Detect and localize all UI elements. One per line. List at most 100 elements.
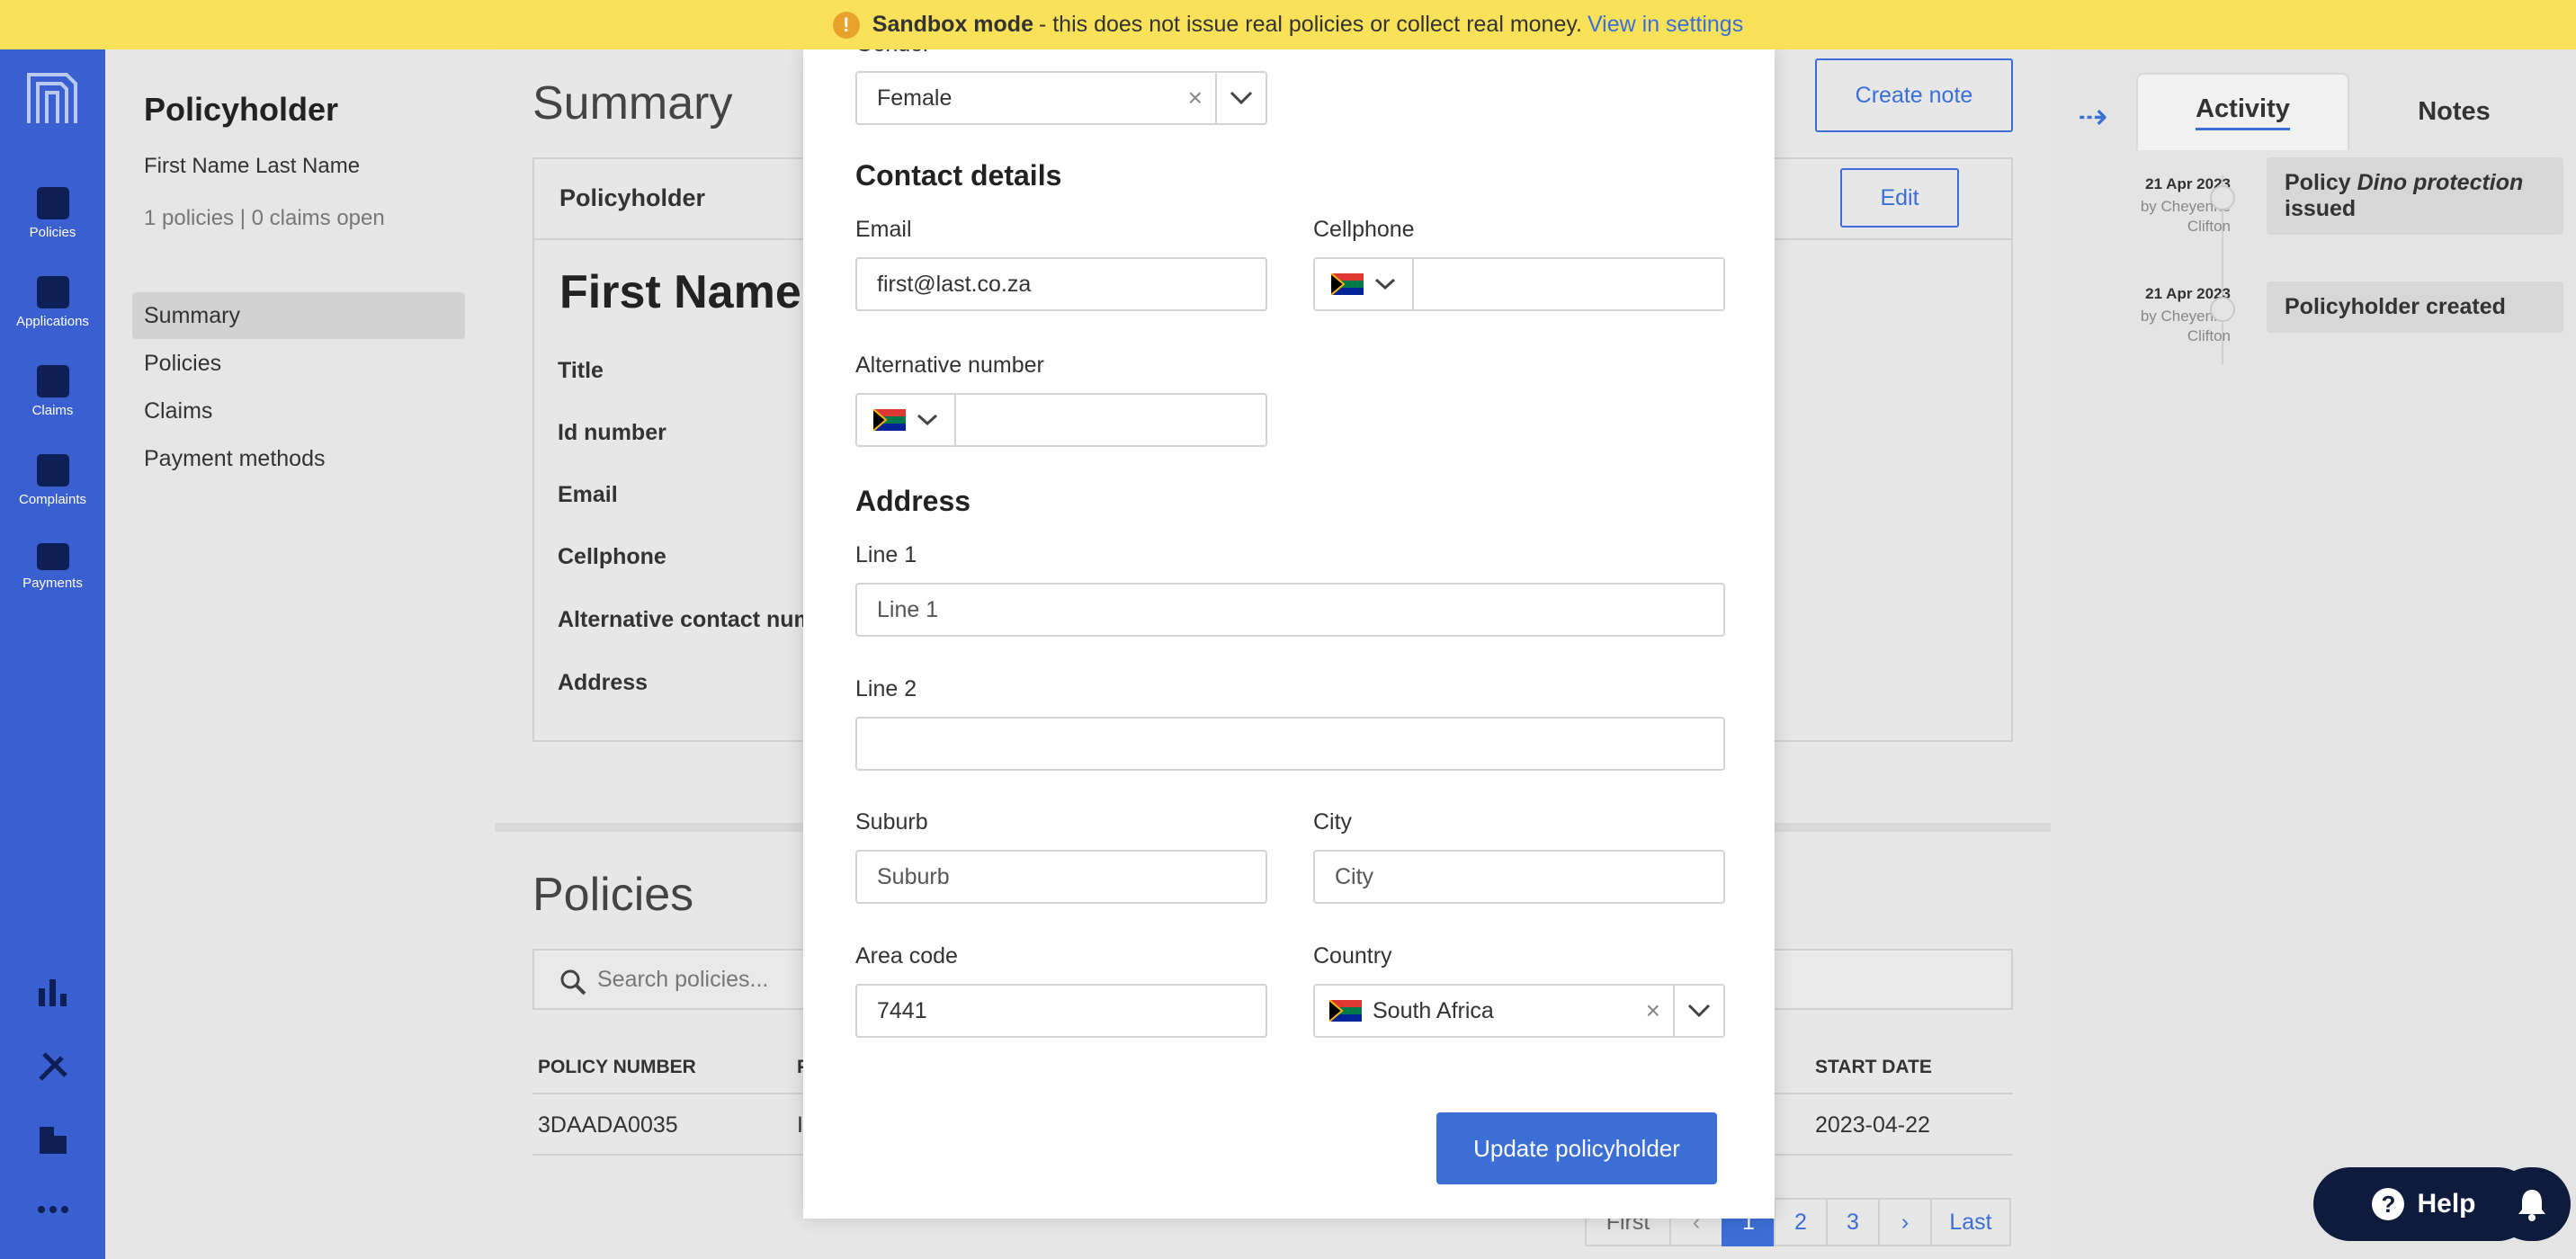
city-label: City (1313, 809, 1353, 835)
reports-icon[interactable] (0, 976, 105, 1008)
subnav-item-payment-methods[interactable]: Payment methods (132, 435, 465, 482)
cellphone-label: Cellphone (1313, 217, 1415, 242)
complaints-icon (36, 454, 69, 487)
create-note-button[interactable]: Create note (1815, 58, 2013, 132)
tab-activity-label: Activity (2196, 94, 2290, 130)
summary-title: Summary (532, 77, 733, 129)
search-icon (560, 969, 586, 996)
help-icon: ? (2372, 1188, 2405, 1220)
tools-icon[interactable] (0, 1050, 105, 1083)
country-code-select[interactable] (1315, 259, 1414, 309)
policyholder-big-name: First Name L (559, 266, 843, 318)
rail-item-claims[interactable]: Claims (0, 365, 105, 418)
rail-item-complaints[interactable]: Complaints (0, 454, 105, 507)
za-flag-icon (873, 409, 906, 431)
line1-field[interactable]: Line 1 (855, 583, 1725, 637)
field-title: Title (558, 358, 604, 383)
event-date: 21 Apr 2023 (2145, 175, 2231, 192)
banner-message: - this does not issue real policies or c… (1038, 12, 1582, 37)
event-card[interactable]: Policy Dino protection issued (2267, 157, 2563, 235)
claims-icon (36, 365, 69, 397)
banner-title: Sandbox mode (872, 12, 1033, 37)
chevron-down-icon[interactable] (1215, 73, 1266, 123)
gender-value: Female (877, 85, 953, 111)
area-code-field[interactable]: 7441 (855, 984, 1267, 1038)
timeline-dot (2210, 185, 2235, 210)
policyholder-meta: 1 policies | 0 claims open (144, 206, 385, 230)
country-select[interactable]: South Africa × (1313, 984, 1725, 1038)
timeline-dot (2210, 297, 2235, 322)
organization-icon[interactable] (0, 1124, 105, 1156)
field-email: Email (558, 482, 618, 507)
chevron-down-icon[interactable] (1673, 986, 1723, 1036)
page-2[interactable]: 2 (1774, 1198, 1828, 1246)
field-alt-contact: Alternative contact num (558, 607, 814, 632)
email-label: Email (855, 217, 912, 242)
rail-label: Payments (22, 576, 83, 591)
card-title: Policyholder (559, 184, 706, 211)
rail-label: Applications (16, 314, 89, 329)
more-icon[interactable] (0, 1205, 105, 1214)
policyholder-nav: Policyholder First Name Last Name 1 poli… (105, 49, 495, 1259)
line2-field[interactable] (855, 717, 1725, 771)
tab-activity[interactable]: Activity (2136, 73, 2349, 150)
contact-heading: Contact details (855, 159, 1062, 192)
edit-policyholder-modal: Gender Female × Contact details Email fi… (803, 40, 1775, 1219)
view-settings-link[interactable]: View in settings (1588, 12, 1743, 38)
rail-label: Complaints (18, 492, 87, 507)
cellphone-field[interactable] (1313, 257, 1725, 311)
edit-button[interactable]: Edit (1840, 168, 1959, 228)
chevron-down-icon (917, 414, 938, 426)
clear-icon[interactable]: × (1188, 73, 1203, 123)
country-value: South Africa (1373, 997, 1494, 1023)
event-date: 21 Apr 2023 (2145, 285, 2231, 302)
row-partial: I (797, 1112, 803, 1138)
clear-icon[interactable]: × (1646, 986, 1660, 1036)
page-next[interactable]: › (1878, 1198, 1932, 1246)
za-flag-icon (1331, 273, 1364, 295)
event-card[interactable]: Policyholder created (2267, 281, 2563, 333)
alt-number-field[interactable] (855, 393, 1267, 447)
collapse-arrow-icon[interactable]: ⇢ (2078, 96, 2108, 138)
line1-label: Line 1 (855, 542, 917, 567)
subnav-item-summary[interactable]: Summary (132, 292, 465, 339)
policies-title: Policies (532, 869, 694, 921)
update-policyholder-button[interactable]: Update policyholder (1436, 1112, 1717, 1184)
bell-icon[interactable] (2493, 1167, 2571, 1241)
tab-notes[interactable]: Notes (2349, 73, 2559, 150)
subnav-title: Policyholder (144, 91, 339, 128)
page-3[interactable]: 3 (1826, 1198, 1880, 1246)
col-policy-number: POLICY NUMBER (538, 1057, 696, 1077)
row-policy-number[interactable]: 3DAADA0035 (538, 1112, 678, 1138)
row-start-date: 2023-04-22 (1815, 1112, 1930, 1138)
rail-item-policies[interactable]: Policies (0, 187, 105, 240)
rail-item-payments[interactable]: Payments (0, 543, 105, 591)
country-code-select[interactable] (857, 395, 956, 445)
col-start-date: START DATE (1815, 1057, 1932, 1077)
country-label: Country (1313, 943, 1392, 969)
sandbox-banner: ! Sandbox mode - this does not issue rea… (0, 0, 2576, 49)
page-last[interactable]: Last (1930, 1198, 2011, 1246)
activity-tabs: Activity Notes (2136, 73, 2559, 150)
subnav-item-claims[interactable]: Claims (132, 388, 465, 434)
event-emphasis: Dino protection (2357, 170, 2524, 195)
field-address: Address (558, 670, 648, 695)
gender-select[interactable]: Female × (855, 71, 1267, 125)
policies-icon (36, 187, 69, 219)
event-text: Policy (2285, 170, 2357, 195)
email-field[interactable]: first@last.co.za (855, 257, 1267, 311)
city-field[interactable]: City (1313, 850, 1725, 904)
tab-notes-label: Notes (2418, 96, 2491, 126)
subnav-item-policies[interactable]: Policies (132, 340, 465, 387)
address-heading: Address (855, 485, 971, 517)
alt-number-label: Alternative number (855, 353, 1044, 378)
rail-label: Claims (31, 403, 74, 418)
payments-icon (36, 543, 69, 570)
app-logo[interactable] (25, 71, 79, 127)
activity-panel: ⇢ Activity Notes 21 Apr 2023 by Cheyenne… (2051, 49, 2576, 1259)
applications-icon (36, 276, 69, 308)
policyholder-name: First Name Last Name (144, 154, 361, 178)
field-id-number: Id number (558, 420, 666, 445)
rail-item-applications[interactable]: Applications (0, 276, 105, 329)
suburb-field[interactable]: Suburb (855, 850, 1267, 904)
